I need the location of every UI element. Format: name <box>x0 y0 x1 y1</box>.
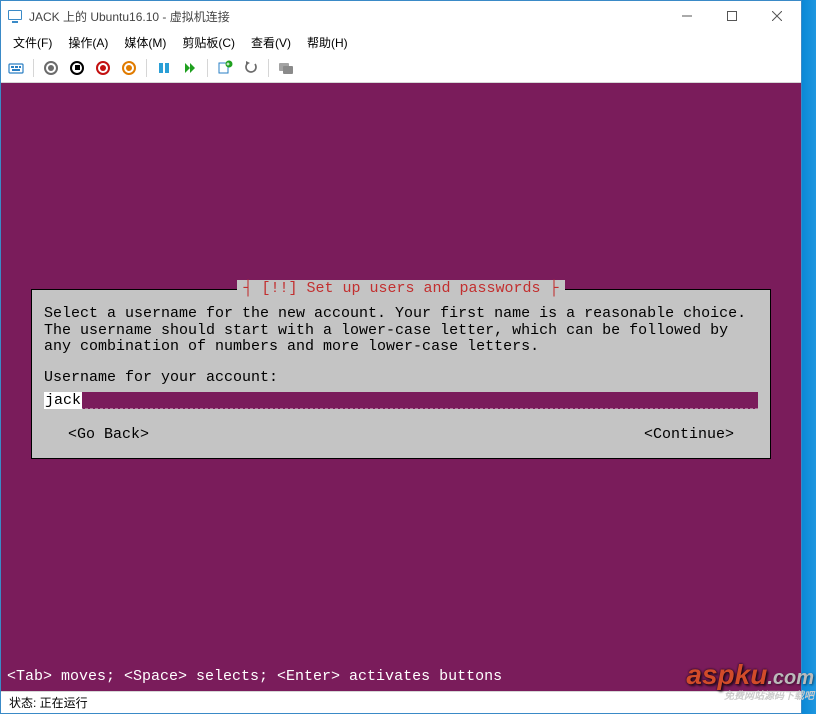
vm-connection-window: JACK 上的 Ubuntu16.10 - 虚拟机连接 文件(F) 操作(A) … <box>0 0 802 714</box>
titlebar: JACK 上的 Ubuntu16.10 - 虚拟机连接 <box>1 1 801 31</box>
vm-screen[interactable]: ┤ [!!] Set up users and passwords ├ Sele… <box>1 83 801 691</box>
desktop-stripe <box>802 0 816 714</box>
statusbar: 状态: 正在运行 <box>1 691 801 713</box>
enhanced-session-button[interactable] <box>275 57 297 79</box>
checkpoint-button[interactable] <box>214 57 236 79</box>
menu-action[interactable]: 操作(A) <box>60 32 116 53</box>
go-back-button[interactable]: <Go Back> <box>68 427 149 444</box>
status-text: 状态: 正在运行 <box>9 694 88 711</box>
pause-button[interactable] <box>153 57 175 79</box>
maximize-button[interactable] <box>709 2 754 31</box>
dialog-title: ┤ [!!] Set up users and passwords ├ <box>237 280 564 297</box>
reset-button[interactable] <box>179 57 201 79</box>
close-button[interactable] <box>754 2 799 31</box>
menu-clipboard[interactable]: 剪贴板(C) <box>174 32 243 53</box>
ctrl-alt-del-button[interactable] <box>5 57 27 79</box>
help-bar: <Tab> moves; <Space> selects; <Enter> ac… <box>1 665 801 692</box>
continue-button[interactable]: <Continue> <box>644 427 734 444</box>
installer-dialog: ┤ [!!] Set up users and passwords ├ Sele… <box>31 289 771 459</box>
menu-help[interactable]: 帮助(H) <box>299 32 356 53</box>
dialog-prompt: Username for your account: <box>44 370 758 387</box>
menu-view[interactable]: 查看(V) <box>243 32 299 53</box>
menu-media[interactable]: 媒体(M) <box>116 32 174 53</box>
toolbar <box>1 53 801 83</box>
minimize-button[interactable] <box>664 2 709 31</box>
start-button[interactable] <box>40 57 62 79</box>
menu-file[interactable]: 文件(F) <box>5 32 60 53</box>
shutdown-button[interactable] <box>92 57 114 79</box>
username-value: jack <box>44 392 82 409</box>
menubar: 文件(F) 操作(A) 媒体(M) 剪贴板(C) 查看(V) 帮助(H) <box>1 31 801 53</box>
username-input[interactable]: jack <box>44 392 758 409</box>
revert-button[interactable] <box>240 57 262 79</box>
app-icon <box>7 8 23 24</box>
dialog-body: Select a username for the new account. Y… <box>44 306 758 356</box>
window-title: JACK 上的 Ubuntu16.10 - 虚拟机连接 <box>29 8 664 25</box>
save-button[interactable] <box>118 57 140 79</box>
turnoff-button[interactable] <box>66 57 88 79</box>
